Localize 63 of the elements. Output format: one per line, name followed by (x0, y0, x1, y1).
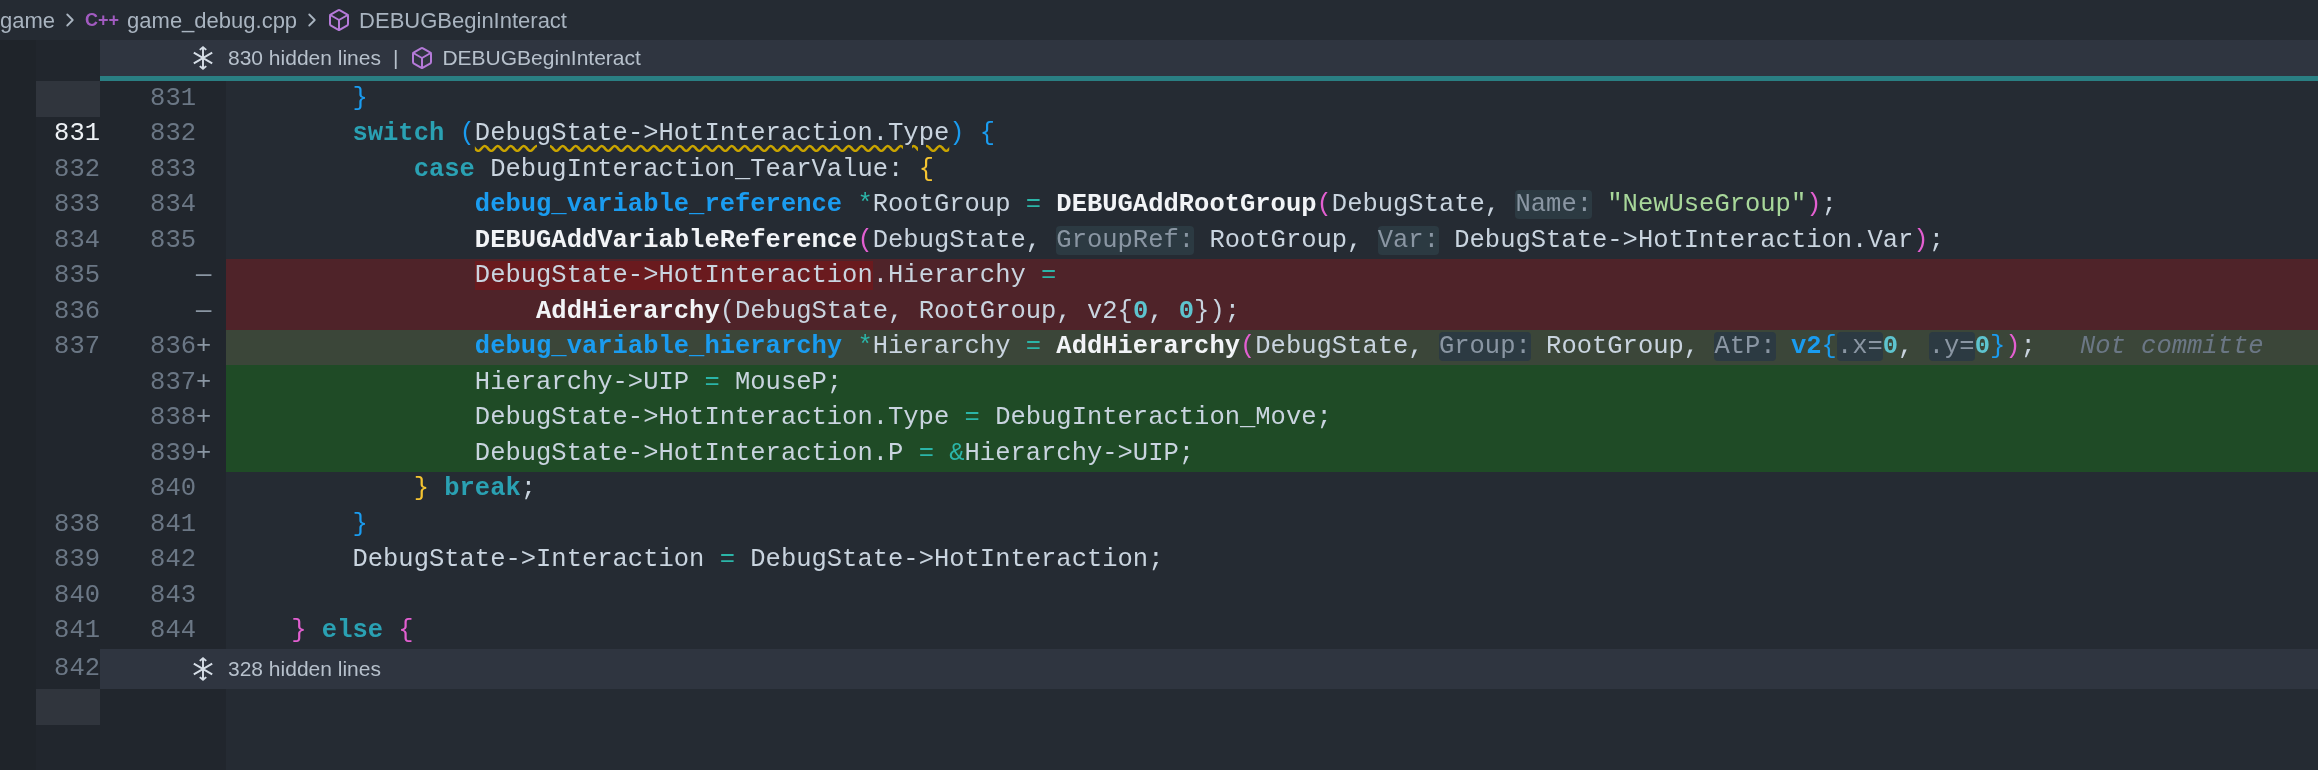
diff-marker: + (196, 366, 212, 399)
old-line-number: 835 (54, 260, 100, 293)
new-line-number: 837 (150, 366, 196, 399)
code-line: DEBUGAddVariableReference(DebugState, GroupRef: RootGroup, Var: DebugState->HotInteraction.Var); (474, 224, 1944, 257)
separator: | (392, 45, 399, 72)
hidden-lines-label: 328 hidden lines (228, 656, 381, 683)
code-line: DebugState->HotInteraction.P = &Hierarchy->UIP; (474, 437, 1195, 470)
code-line: DebugState->Interaction = DebugState->HotInteraction; (352, 544, 1164, 577)
cube-icon (327, 8, 352, 32)
old-line-number: 832 (54, 153, 100, 186)
new-line-number: 842 (150, 544, 196, 577)
cpp-file-icon: C++ (85, 6, 120, 34)
unfold-icon[interactable] (190, 656, 216, 682)
code-line: AddHierarchy(DebugState, RootGroup, v2{0, 0}); (536, 295, 1241, 328)
diff-marker: — (196, 260, 212, 293)
folded-region-bar[interactable]: 830 hidden lines | DEBUGBeginInteract (100, 40, 2318, 76)
code-line: case DebugInteraction_TearValue: { (413, 153, 934, 186)
breadcrumb-symbol[interactable]: DEBUGBeginInteract (359, 3, 567, 37)
new-line-number: 832 (150, 118, 196, 151)
new-line-number: 833 (150, 153, 196, 186)
cube-icon (410, 46, 435, 70)
diff-marker: + (196, 331, 212, 364)
new-line-number: 840 (150, 473, 196, 506)
code-line: switch (DebugState->HotInteraction.Type) { (352, 118, 996, 151)
blame-annotation: Not committe (2079, 331, 2264, 364)
code-line: DebugState->HotInteraction.Hierarchy = (474, 260, 1057, 293)
diff-marker: — (196, 295, 212, 328)
code-line: DebugState->HotInteraction.Type = DebugInteraction_Move; (474, 402, 1332, 435)
old-line-number: 837 (54, 331, 100, 364)
old-line-number: 836 (54, 295, 100, 328)
new-line-number: 844 (150, 615, 196, 648)
old-line-number: 840 (54, 579, 100, 612)
old-line-number: 831 (54, 118, 100, 151)
old-line-number: 839 (54, 544, 100, 577)
new-line-number: 839 (150, 437, 196, 470)
new-line-number: 835 (150, 224, 196, 257)
old-line-number: 838 (54, 508, 100, 541)
breadcrumb-folder[interactable]: game (0, 3, 56, 37)
old-line-number: 833 (54, 189, 100, 222)
new-line-number: 841 (150, 508, 196, 541)
code-line: } (352, 82, 368, 115)
breadcrumb-file[interactable]: game_debug.cpp (127, 3, 298, 37)
diff-marker: + (196, 437, 212, 470)
old-line-number: 841 (54, 615, 100, 648)
folded-region-bar[interactable]: 328 hidden lines (100, 649, 2318, 689)
fold-gutter-cell (36, 81, 100, 117)
hidden-lines-label: 830 hidden lines (228, 45, 381, 72)
new-line-number: 843 (150, 579, 196, 612)
old-line-number: 842 (54, 652, 100, 685)
old-line-number: 834 (54, 224, 100, 257)
fold-symbol: DEBUGBeginInteract (442, 45, 641, 72)
new-line-number: 831 (150, 82, 196, 115)
code-line: debug_variable_reference *RootGroup = DEBUGAddRootGroup(DebugState, Name: "NewUseGroup"); (474, 189, 1837, 222)
new-line-number: 836 (150, 331, 196, 364)
code-line: } (352, 508, 368, 541)
code-line: Hierarchy->UIP = MouseP; (474, 366, 843, 399)
new-line-number: 838 (150, 402, 196, 435)
new-line-number: 834 (150, 189, 196, 222)
unfold-icon[interactable] (190, 45, 216, 71)
code-line: debug_variable_hierarchy *Hierarchy = AddHierarchy(DebugState, Group: RootGroup, AtP: v2{.x=0, .y=0}); (474, 331, 2036, 364)
diff-marker: + (196, 402, 212, 435)
code-line: } else { (291, 615, 414, 648)
code-line: } break; (413, 473, 537, 506)
